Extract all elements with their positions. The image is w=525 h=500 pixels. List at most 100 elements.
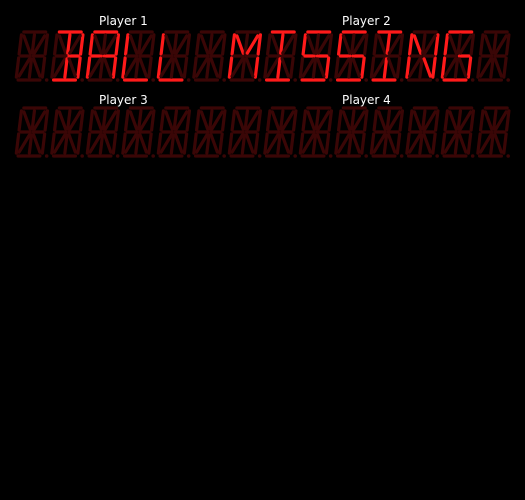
top-display-digit-9-segment-k <box>336 57 351 78</box>
top-display-digit-12-segment-i <box>456 33 463 55</box>
bottom-display-digit-5-segment-k <box>194 133 209 154</box>
top-display-digit-9-dot <box>364 78 368 82</box>
bottom-display-digit-11-segment-m <box>422 133 432 154</box>
top-display-digit-10-segment-m <box>387 57 397 78</box>
top-display-digit-10-segment-e <box>369 56 376 79</box>
top-display-digit-8-segment-b <box>327 33 334 56</box>
top-display-digit-3-segment-l <box>134 57 140 79</box>
top-display-digit-4-dot <box>186 78 191 82</box>
bottom-display-digit-4-dot <box>186 154 191 158</box>
bottom-display-digit-12-segment-f <box>443 109 450 132</box>
top-display-digit-11-segment-l <box>418 57 424 79</box>
top-display-digit-3-segment-m <box>138 57 148 78</box>
top-display-digit-1-segment-h <box>57 34 68 55</box>
bottom-display-digit-11-segment-f <box>408 109 414 132</box>
bottom-display-digit-7-dot <box>293 154 297 158</box>
bottom-display-digit-9-segment-b <box>363 109 369 132</box>
top-display-digit-5-segment-i <box>208 33 214 55</box>
top-display-digit-5-segment-l <box>205 57 211 79</box>
bottom-display-digit-1-segment-j <box>68 110 82 131</box>
bottom-display-digit-10-segment-h <box>377 110 387 131</box>
bottom-display-digit-11-dot <box>435 154 439 158</box>
bottom-display-digit-0-segment-m <box>32 133 42 154</box>
bottom-display-digit-0-segment-k <box>17 133 32 154</box>
bottom-display-digit-5-segment-c <box>218 132 224 155</box>
bottom-display-digit-13-segment-e <box>476 132 482 155</box>
top-display-digit-0-segment-k <box>17 57 32 78</box>
top-display-digit-9-segment-i <box>350 33 356 55</box>
top-display-digit-12-segment-h <box>448 34 458 55</box>
top-display-digit-10-segment-l <box>382 57 389 79</box>
top-display-digit-13-segment-j <box>494 34 508 55</box>
top-display-digit-2-segment-m <box>103 57 113 78</box>
bottom-display-digit-1-segment-f <box>53 109 59 132</box>
bottom-display-digit-2-segment-i <box>101 109 108 131</box>
top-display-digit-8 <box>298 30 334 82</box>
top-display-digit-6-segment-k <box>230 57 245 78</box>
top-display-digit-6-segment-j <box>245 34 260 55</box>
bottom-display-digit-10 <box>369 106 405 158</box>
top-display-digit-6-segment-c <box>253 56 260 79</box>
top-display-digit-7-segment-k <box>265 57 280 78</box>
bottom-display-digit-0-segment-f <box>17 109 24 132</box>
bottom-display-digit-0-segment-l <box>27 133 34 155</box>
bottom-display-digit-7-segment-l <box>276 133 282 155</box>
bottom-display-digit-4-segment-e <box>156 132 163 155</box>
bottom-display-digit-8-dot <box>328 154 333 158</box>
bottom-display-digit-0 <box>14 106 50 158</box>
bottom-display-digit-10-segment-e <box>369 132 376 155</box>
bottom-display-digit-1-segment-k <box>52 133 67 154</box>
bottom-display-digit-7-segment-e <box>263 132 269 155</box>
top-display-digit-1 <box>50 30 85 82</box>
bottom-display-digit-6-segment-l <box>240 133 247 155</box>
top-display-digit-0-segment-i <box>30 33 37 55</box>
player-1-label: Player 1 <box>99 14 148 28</box>
top-display-digit-1-segment-l <box>63 57 69 79</box>
bottom-display-digit-7-segment-c <box>289 132 295 155</box>
top-display-digit-6-segment-l <box>240 57 247 79</box>
top-display-digit-2-segment-f <box>88 33 95 56</box>
top-display-digit-11-segment-j <box>423 34 437 55</box>
bottom-display-digit-2-segment-c <box>111 132 118 155</box>
bottom-display-digit-2 <box>85 106 121 158</box>
top-display-digit-7 <box>263 30 298 82</box>
top-segment-display <box>12 28 524 84</box>
top-display-digit-0-dot <box>44 78 49 82</box>
top-display-digit-4-segment-h <box>164 34 174 55</box>
bottom-display-digit-2-segment-b <box>114 109 121 132</box>
top-display-digit-10-segment-c <box>395 56 402 79</box>
top-display-digit-0-segment-b <box>43 33 50 56</box>
top-display-digit-0-segment-h <box>22 34 32 55</box>
bottom-display-digit-1-segment-i <box>66 109 72 131</box>
bottom-display-digit-8-segment-j <box>316 110 331 131</box>
bottom-display-digit-5-segment-h <box>199 110 210 131</box>
bottom-display-digit-11-segment-i <box>421 109 427 131</box>
bottom-display-digit-10-segment-j <box>387 110 402 131</box>
bottom-display-digit-4-segment-c <box>182 132 189 155</box>
bottom-display-digit-13-segment-k <box>478 133 493 154</box>
top-display-digit-7-segment-i <box>279 33 285 55</box>
top-display-digit-3-segment-e <box>121 56 127 79</box>
bottom-display-digit-8-segment-e <box>298 132 305 155</box>
bottom-display-digit-5-segment-i <box>208 109 214 131</box>
bottom-display-digit-3-segment-l <box>134 133 140 155</box>
top-display-digit-7-segment-j <box>281 34 295 55</box>
bottom-display-digit-10-dot <box>399 154 404 158</box>
top-display-digit-10-segment-b <box>398 33 405 56</box>
bottom-display-digit-11-segment-b <box>434 109 440 132</box>
top-display-digit-7-segment-h <box>270 34 281 55</box>
top-display-digit-4 <box>156 30 192 82</box>
top-display-digit-2-segment-j <box>103 34 118 55</box>
bottom-display-digit-10-segment-l <box>382 133 389 155</box>
bottom-display-digit-12-segment-k <box>443 133 458 154</box>
top-display-digit-5-segment-h <box>199 34 210 55</box>
top-display-digit-5 <box>192 30 227 82</box>
top-display-digit-3-segment-f <box>124 33 130 56</box>
bottom-display-digit-4-segment-m <box>174 133 184 154</box>
player-2-label: Player 2 <box>342 14 391 28</box>
top-display-digit-9-segment-h <box>341 34 352 55</box>
bottom-display-digit-12-segment-i <box>456 109 463 131</box>
bottom-display-digit-3-dot <box>151 154 155 158</box>
bottom-segment-display <box>12 104 524 160</box>
bottom-display-digit-7-segment-k <box>265 133 280 154</box>
